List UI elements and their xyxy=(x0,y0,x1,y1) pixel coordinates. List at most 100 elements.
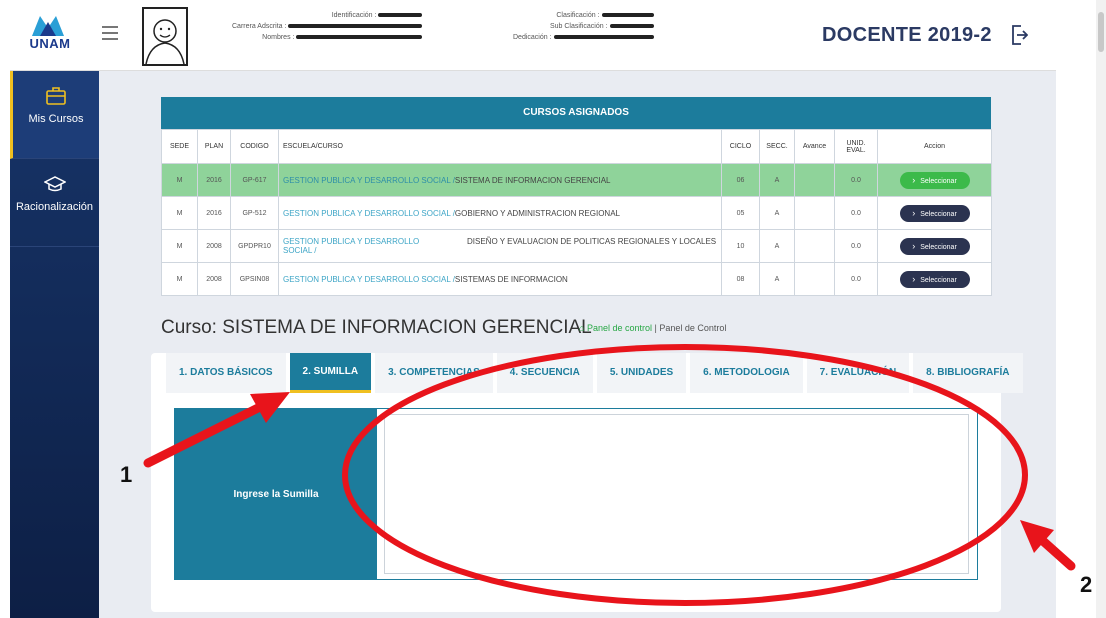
column-header: Avance xyxy=(794,129,835,164)
cell-avance xyxy=(794,229,835,263)
school-link[interactable]: GESTION PUBLICA Y DESARROLLO SOCIAL / xyxy=(283,275,455,284)
tab-secuencia[interactable]: 4. SECUENCIA xyxy=(496,353,593,393)
page-scrollbar[interactable] xyxy=(1096,0,1106,618)
cell-course: GESTION PUBLICA Y DESARROLLO SOCIAL / DIS… xyxy=(278,229,722,263)
main-content: CURSOS ASIGNADOS SEDE PLAN CODIGO ESCUEL… xyxy=(99,71,1056,618)
cell-ciclo: 05 xyxy=(721,196,760,230)
select-course-button[interactable]: › Seleccionar xyxy=(899,171,970,189)
table-row[interactable]: M 2008 GPSIN08 GESTION PUBLICA Y DESARRO… xyxy=(161,262,992,296)
cell-course: GESTION PUBLICA Y DESARROLLO SOCIAL /SIS… xyxy=(278,262,722,296)
school-link[interactable]: GESTION PUBLICA Y DESARROLLO SOCIAL / xyxy=(283,237,443,255)
course-title: Curso: SISTEMA DE INFORMACION GERENCIAL xyxy=(161,317,592,338)
cell-plan: 2016 xyxy=(197,196,231,230)
table-row[interactable]: M 2016 GP-617 GESTION PUBLICA Y DESARROL… xyxy=(161,163,992,197)
tab-bibliografia[interactable]: 8. BIBLIOGRAFÍA xyxy=(913,353,1023,393)
sumilla-textarea[interactable] xyxy=(384,414,969,574)
button-label: Seleccionar xyxy=(920,276,957,284)
annotation-number-1: 1 xyxy=(120,462,133,487)
home-icon[interactable]: ⌂ xyxy=(579,323,584,333)
page-title: DOCENTE 2019-2 xyxy=(822,24,992,46)
teacher-info-right: Clasificación : Sub Clasificación : Dedi… xyxy=(513,10,654,43)
cell-accion: › Seleccionar xyxy=(877,262,992,296)
button-label: Seleccionar xyxy=(920,210,957,218)
cell-sede: M xyxy=(161,262,198,296)
course-name: SISTEMA DE INFORMACION GERENCIAL xyxy=(454,175,611,185)
chevron-right-icon: › xyxy=(912,273,916,284)
button-label: Seleccionar xyxy=(920,243,957,251)
redacted-value xyxy=(601,13,654,18)
cell-codigo: GP-512 xyxy=(230,196,279,230)
table-row[interactable]: M 2016 GP-512 GESTION PUBLICA Y DESARROL… xyxy=(161,196,992,230)
courses-table: SEDE PLAN CODIGO ESCUELA/CURSO CICLO SEC… xyxy=(161,129,992,296)
unam-logo-mark xyxy=(32,16,64,36)
cell-course: GESTION PUBLICA Y DESARROLLO SOCIAL /GOB… xyxy=(278,196,722,230)
select-course-button[interactable]: › Seleccionar xyxy=(899,204,970,222)
breadcrumb-current: Panel de Control xyxy=(659,323,727,333)
breadcrumb-home-link[interactable]: Panel de control xyxy=(587,323,652,333)
column-header: CODIGO xyxy=(230,129,279,164)
tab-sumilla[interactable]: 2. SUMILLA xyxy=(289,353,372,393)
cell-avance xyxy=(794,163,835,197)
tab-unidades[interactable]: 5. UNIDADES xyxy=(596,353,687,393)
tab-competencias[interactable]: 3. COMPETENCIAS xyxy=(375,353,493,393)
sidebar-item-racionalizacion[interactable]: Racionalización xyxy=(10,159,99,247)
cell-accion: › Seleccionar xyxy=(877,229,992,263)
menu-toggle-icon[interactable] xyxy=(102,26,118,40)
sumilla-field-wrapper xyxy=(377,409,977,579)
tab-evaluacion[interactable]: 7. EVALUACIÓN xyxy=(806,353,910,393)
button-label: Seleccionar xyxy=(920,177,957,185)
school-link[interactable]: GESTION PUBLICA Y DESARROLLO SOCIAL / xyxy=(283,209,455,218)
info-label-identificacion: Identificación : xyxy=(331,12,377,19)
cell-ciclo: 08 xyxy=(721,262,760,296)
redacted-value xyxy=(553,35,654,40)
cell-unid: 0.0 xyxy=(834,262,878,296)
cell-accion: › Seleccionar xyxy=(877,196,992,230)
course-name: DISEÑO Y EVALUACION DE POLITICAS REGIONA… xyxy=(467,237,717,246)
cell-codigo: GPSIN08 xyxy=(230,262,279,296)
cell-ciclo: 06 xyxy=(721,163,760,197)
unam-logo[interactable]: UNAM xyxy=(22,14,78,58)
info-label-carrera: Carrera Adscrita : xyxy=(232,23,287,30)
sidebar-item-mis-cursos[interactable]: Mis Cursos xyxy=(10,71,99,159)
logout-icon[interactable] xyxy=(1010,24,1028,46)
cell-secc: A xyxy=(759,196,795,230)
scrollbar-thumb[interactable] xyxy=(1098,12,1104,52)
tab-datos-basicos[interactable]: 1. DATOS BÁSICOS xyxy=(166,353,286,393)
cell-sede: M xyxy=(161,196,198,230)
info-label-nombres: Nombres : xyxy=(262,34,295,41)
cell-secc: A xyxy=(759,262,795,296)
tab-metodologia[interactable]: 6. METODOLOGIA xyxy=(690,353,803,393)
table-row[interactable]: M 2008 GPDPR10 GESTION PUBLICA Y DESARRO… xyxy=(161,229,992,263)
breadcrumb: ⌂ Panel de control | Panel de Control xyxy=(579,323,726,333)
cell-plan: 2016 xyxy=(197,163,231,197)
syllabus-panel: 1. DATOS BÁSICOS 2. SUMILLA 3. COMPETENC… xyxy=(151,353,1023,612)
select-course-button[interactable]: › Seleccionar xyxy=(899,237,970,255)
cell-course: GESTION PUBLICA Y DESARROLLO SOCIAL /SIS… xyxy=(278,163,722,197)
info-label-clasificacion: Clasificación : xyxy=(556,12,600,19)
courses-heading: CURSOS ASIGNADOS xyxy=(161,97,991,129)
column-header: SECC. xyxy=(759,129,795,164)
cell-codigo: GP-617 xyxy=(230,163,279,197)
cell-ciclo: 10 xyxy=(721,229,760,263)
cell-sede: M xyxy=(161,163,198,197)
column-header: ESCUELA/CURSO xyxy=(278,129,722,164)
school-link[interactable]: GESTION PUBLICA Y DESARROLLO SOCIAL / xyxy=(283,176,455,185)
cell-avance xyxy=(794,196,835,230)
teacher-info-left: Identificación : Carrera Adscrita : Nomb… xyxy=(232,10,423,43)
cell-plan: 2008 xyxy=(197,262,231,296)
breadcrumb-separator: | xyxy=(654,323,657,333)
cell-accion: › Seleccionar xyxy=(877,163,992,197)
column-header: UNID. EVAL. xyxy=(834,129,878,164)
course-name: GOBIERNO Y ADMINISTRACION REGIONAL xyxy=(454,208,620,218)
column-header: Accion xyxy=(877,129,992,164)
select-course-button[interactable]: › Seleccionar xyxy=(899,270,970,288)
briefcase-icon xyxy=(46,87,66,105)
column-header: PLAN xyxy=(197,129,231,164)
graduation-cap-icon xyxy=(43,176,66,192)
cell-unid: 0.0 xyxy=(834,229,878,263)
cell-unid: 0.0 xyxy=(834,196,878,230)
top-header: UNAM Identificación : Carrera Adscrita :… xyxy=(10,0,1056,71)
chevron-right-icon: › xyxy=(912,174,916,185)
cell-sede: M xyxy=(161,229,198,263)
sumilla-label: Ingrese la Sumilla xyxy=(175,409,377,579)
